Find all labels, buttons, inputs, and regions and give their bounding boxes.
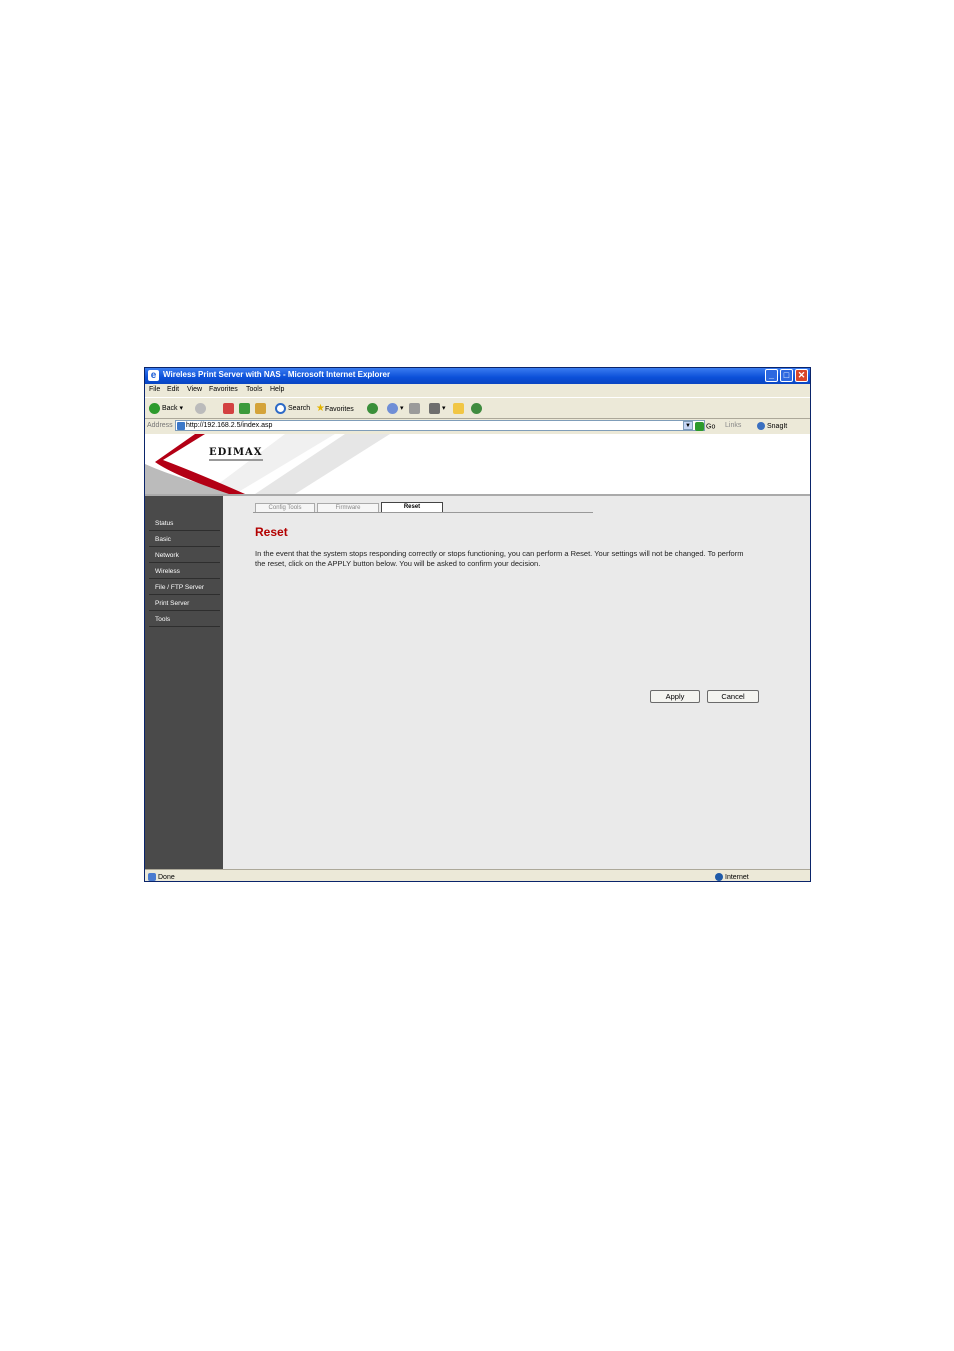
forward-button[interactable] [195,402,208,415]
refresh-icon [239,402,250,414]
sidebar-item-file-ftp-server[interactable]: File / FTP Server [149,580,220,595]
mail-icon [387,402,398,414]
status-text: Done [148,873,175,881]
window-title: Wireless Print Server with NAS - Microso… [163,370,391,379]
refresh-button[interactable] [239,402,252,415]
snagit-button[interactable]: SnagIt [757,422,787,430]
sidebar: Status Basic Network Wireless File / FTP… [145,496,223,869]
menu-help[interactable]: Help [270,386,284,393]
tab-config-tools[interactable]: Config Tools [255,503,315,512]
zone-indicator: Internet [715,873,749,881]
folder-icon [453,402,464,414]
go-arrow-icon [695,422,704,431]
back-button[interactable]: Back ▾ [149,402,183,415]
browser-window: e Wireless Print Server with NAS - Micro… [144,367,811,882]
menu-favorites[interactable]: Favorites [209,386,238,393]
mail-button[interactable]: ▾ [387,402,404,415]
home-button[interactable] [255,402,268,415]
home-icon [255,402,266,414]
sidebar-item-tools[interactable]: Tools [149,612,220,627]
cancel-button[interactable]: Cancel [707,690,759,703]
apply-button[interactable]: Apply [650,690,700,703]
stop-icon [223,402,234,414]
tab-reset[interactable]: Reset [381,502,443,512]
page-header: EDIMAX [145,434,810,496]
sidebar-item-basic[interactable]: Basic [149,532,220,547]
address-input[interactable]: http://192.168.2.5/index.asp [175,420,705,431]
edimax-logo: EDIMAX [209,447,263,458]
sidebar-item-wireless[interactable]: Wireless [149,564,220,579]
search-button[interactable]: Search [275,402,310,415]
sidebar-item-status[interactable]: Status [149,516,220,531]
menu-tools[interactable]: Tools [246,386,262,393]
tab-firmware[interactable]: Firmware [317,503,379,512]
address-dropdown[interactable]: ▼ [683,421,693,430]
close-button[interactable]: ✕ [795,369,808,382]
star-icon: ★ [316,403,325,414]
edit-icon [429,402,440,414]
toolbar: Back ▾ Search ★Favorites ▾ ▾ [145,397,810,419]
print-button[interactable] [409,402,422,415]
snagit-icon [757,422,765,430]
menu-edit[interactable]: Edit [167,386,179,393]
minimize-button[interactable]: _ [765,369,778,382]
menu-view[interactable]: View [187,386,202,393]
links-button[interactable]: Links [725,422,741,429]
forward-arrow-icon [195,402,206,414]
messenger-icon [471,402,482,414]
messenger-button[interactable] [471,402,484,415]
back-arrow-icon [149,402,160,414]
address-bar: Address http://192.168.2.5/index.asp ▼ G… [145,419,810,433]
maximize-button[interactable]: □ [780,369,793,382]
address-label: Address [147,422,173,429]
sidebar-item-network[interactable]: Network [149,548,220,563]
address-url: http://192.168.2.5/index.asp [186,422,273,429]
menu-file[interactable]: File [149,386,160,393]
page-done-icon [148,873,156,881]
folder-button[interactable] [453,402,466,415]
stop-button[interactable] [223,402,236,415]
print-icon [409,402,420,414]
header-swoosh-graphic [145,434,390,494]
logo-tagline-bar [209,459,263,461]
favorites-button[interactable]: ★Favorites [316,402,354,415]
search-icon [275,402,286,414]
title-bar: e Wireless Print Server with NAS - Micro… [145,368,810,384]
web-page: EDIMAX Status Basic Network Wireless Fil… [145,434,810,869]
sidebar-item-print-server[interactable]: Print Server [149,596,220,611]
reset-description: In the event that the system stops respo… [255,549,744,568]
ie-icon: e [148,370,159,381]
internet-globe-icon [715,873,723,881]
go-button[interactable]: Go [695,422,715,431]
history-icon [367,402,378,414]
edit-button[interactable]: ▾ [429,402,446,415]
page-icon [177,422,185,430]
status-bar: Done Internet [145,869,810,881]
page-title: Reset [255,525,288,539]
tab-underline [253,512,593,513]
history-button[interactable] [367,402,380,415]
menu-bar: File Edit View Favorites Tools Help [145,384,810,397]
